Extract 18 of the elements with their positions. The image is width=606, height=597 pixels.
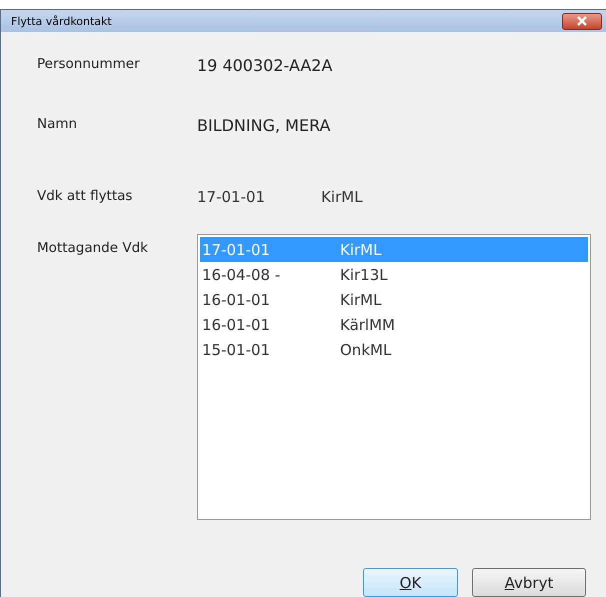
ok-button[interactable]: OK <box>363 568 458 597</box>
field-label: Personnummer <box>37 56 140 72</box>
date-value: 17-01-01 <box>197 188 266 208</box>
cancel-button[interactable]: Avbryt <box>472 568 586 597</box>
list-item[interactable]: 16-04-08 - Kir13L <box>200 262 588 287</box>
window-title: Flytta vårdkontakt <box>11 14 112 28</box>
list-box[interactable]: 17-01-01 KirML 16-04-08 - Kir13L 16-01-01 KirML 16-01-01 KärlMM 15-01-01 OnkML <box>197 234 591 520</box>
field-label: Vdk att flyttas <box>37 188 132 204</box>
field-value: BILDNING, MERA <box>197 116 330 135</box>
close-icon <box>576 16 588 26</box>
close-button[interactable] <box>562 12 602 30</box>
field-value: 19 400302-AA2A <box>197 56 332 75</box>
unit-value: KirML <box>321 188 363 208</box>
field-label: Namn <box>37 116 78 132</box>
list-item[interactable]: 16-01-01 KärlMM <box>200 312 588 337</box>
list-item[interactable]: 16-01-01 KirML <box>200 287 588 312</box>
field-label: Mottagande Vdk <box>37 240 148 256</box>
list-item[interactable]: 15-01-01 OnkML <box>200 337 588 362</box>
